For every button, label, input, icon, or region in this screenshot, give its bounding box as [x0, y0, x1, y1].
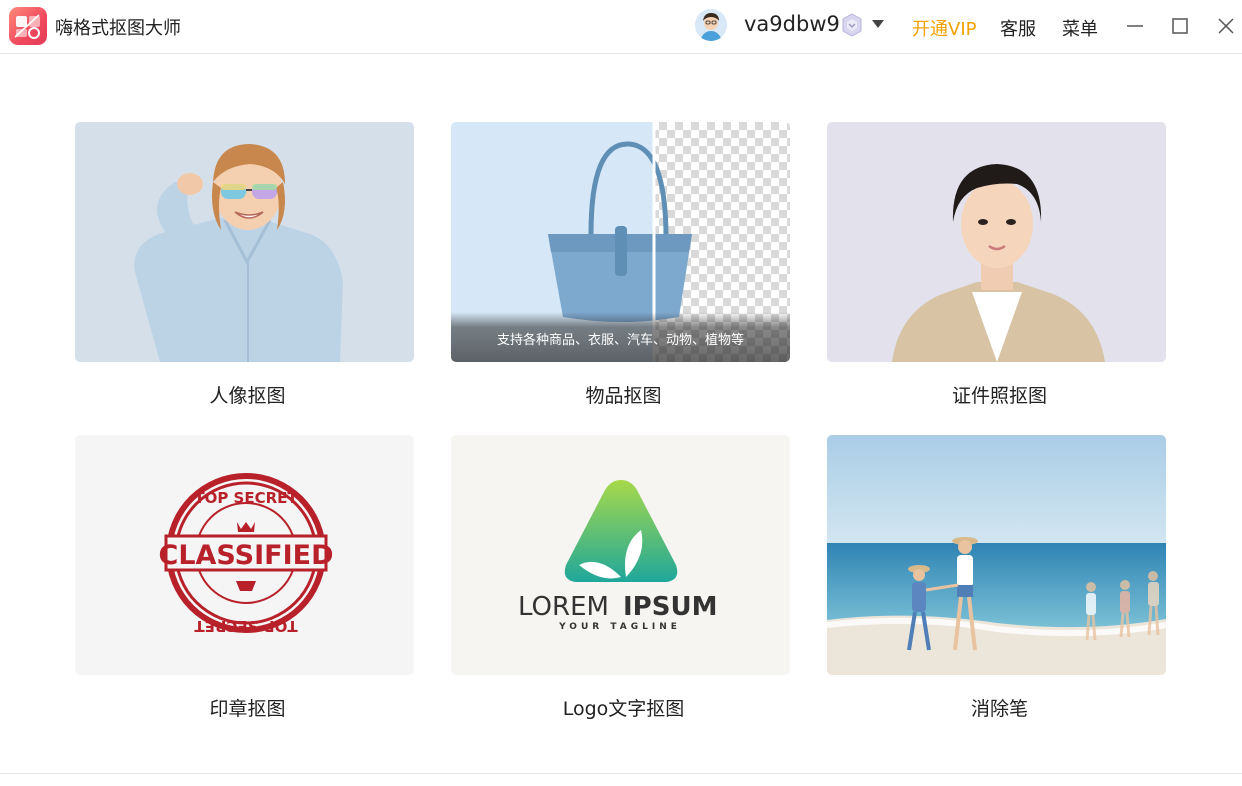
vip-badge-icon: [840, 13, 864, 37]
close-icon[interactable]: [1212, 12, 1240, 40]
logo-word-ipsum: IPSUM: [623, 592, 717, 622]
maximize-icon[interactable]: [1166, 12, 1194, 40]
customer-service-link[interactable]: 客服: [1000, 15, 1036, 41]
eraser-brush-card[interactable]: [827, 435, 1166, 675]
title-bar: 嗨格式抠图大师 va9dbw9 开通VIP 客服 菜单: [0, 0, 1242, 54]
stamp-bottom-text: TOP SECRET: [194, 617, 298, 635]
stamp-top-text: TOP SECRET: [194, 489, 298, 507]
app-logo-icon: [9, 7, 47, 45]
user-dropdown-caret-icon[interactable]: [872, 20, 884, 28]
menu-link[interactable]: 菜单: [1062, 15, 1098, 41]
eraser-brush-label[interactable]: 消除笔: [830, 694, 1169, 721]
logo-tagline: YOUR TAGLINE: [558, 622, 681, 632]
object-cutout-card[interactable]: 支持各种商品、衣服、汽车、动物、植物等: [451, 122, 790, 362]
user-avatar[interactable]: [695, 9, 727, 41]
child-portrait-image: [75, 122, 414, 362]
id-photo-cutout-label[interactable]: 证件照抠图: [830, 381, 1169, 408]
id-photo-woman-image: [827, 122, 1166, 362]
object-cutout-label[interactable]: 物品抠图: [454, 381, 793, 408]
app-title: 嗨格式抠图大师: [55, 18, 181, 39]
portrait-cutout-card[interactable]: [75, 122, 414, 362]
logo-word-lorem: LOREM: [518, 592, 609, 622]
lorem-ipsum-logo-image: LOREM IPSUM YOUR TAGLINE: [451, 435, 790, 675]
id-photo-cutout-card[interactable]: [827, 122, 1166, 362]
logo-text-cutout-label[interactable]: Logo文字抠图: [454, 694, 793, 721]
stamp-cutout-card[interactable]: CLASSIFIED TOP SECRET TOP SECRET: [75, 435, 414, 675]
portrait-cutout-label[interactable]: 人像抠图: [78, 381, 417, 408]
minimize-icon[interactable]: [1121, 12, 1149, 40]
stamp-cutout-label[interactable]: 印章抠图: [78, 694, 417, 721]
classified-stamp-image: CLASSIFIED TOP SECRET TOP SECRET: [75, 435, 414, 675]
logo-text-cutout-card[interactable]: LOREM IPSUM YOUR TAGLINE: [451, 435, 790, 675]
open-vip-link[interactable]: 开通VIP: [912, 15, 976, 41]
bottom-divider: [0, 773, 1242, 774]
username[interactable]: va9dbw9: [744, 12, 840, 36]
stamp-center-text: CLASSIFIED: [159, 540, 334, 571]
beach-scene-image: [827, 435, 1166, 675]
object-cutout-caption: 支持各种商品、衣服、汽车、动物、植物等: [496, 333, 744, 348]
